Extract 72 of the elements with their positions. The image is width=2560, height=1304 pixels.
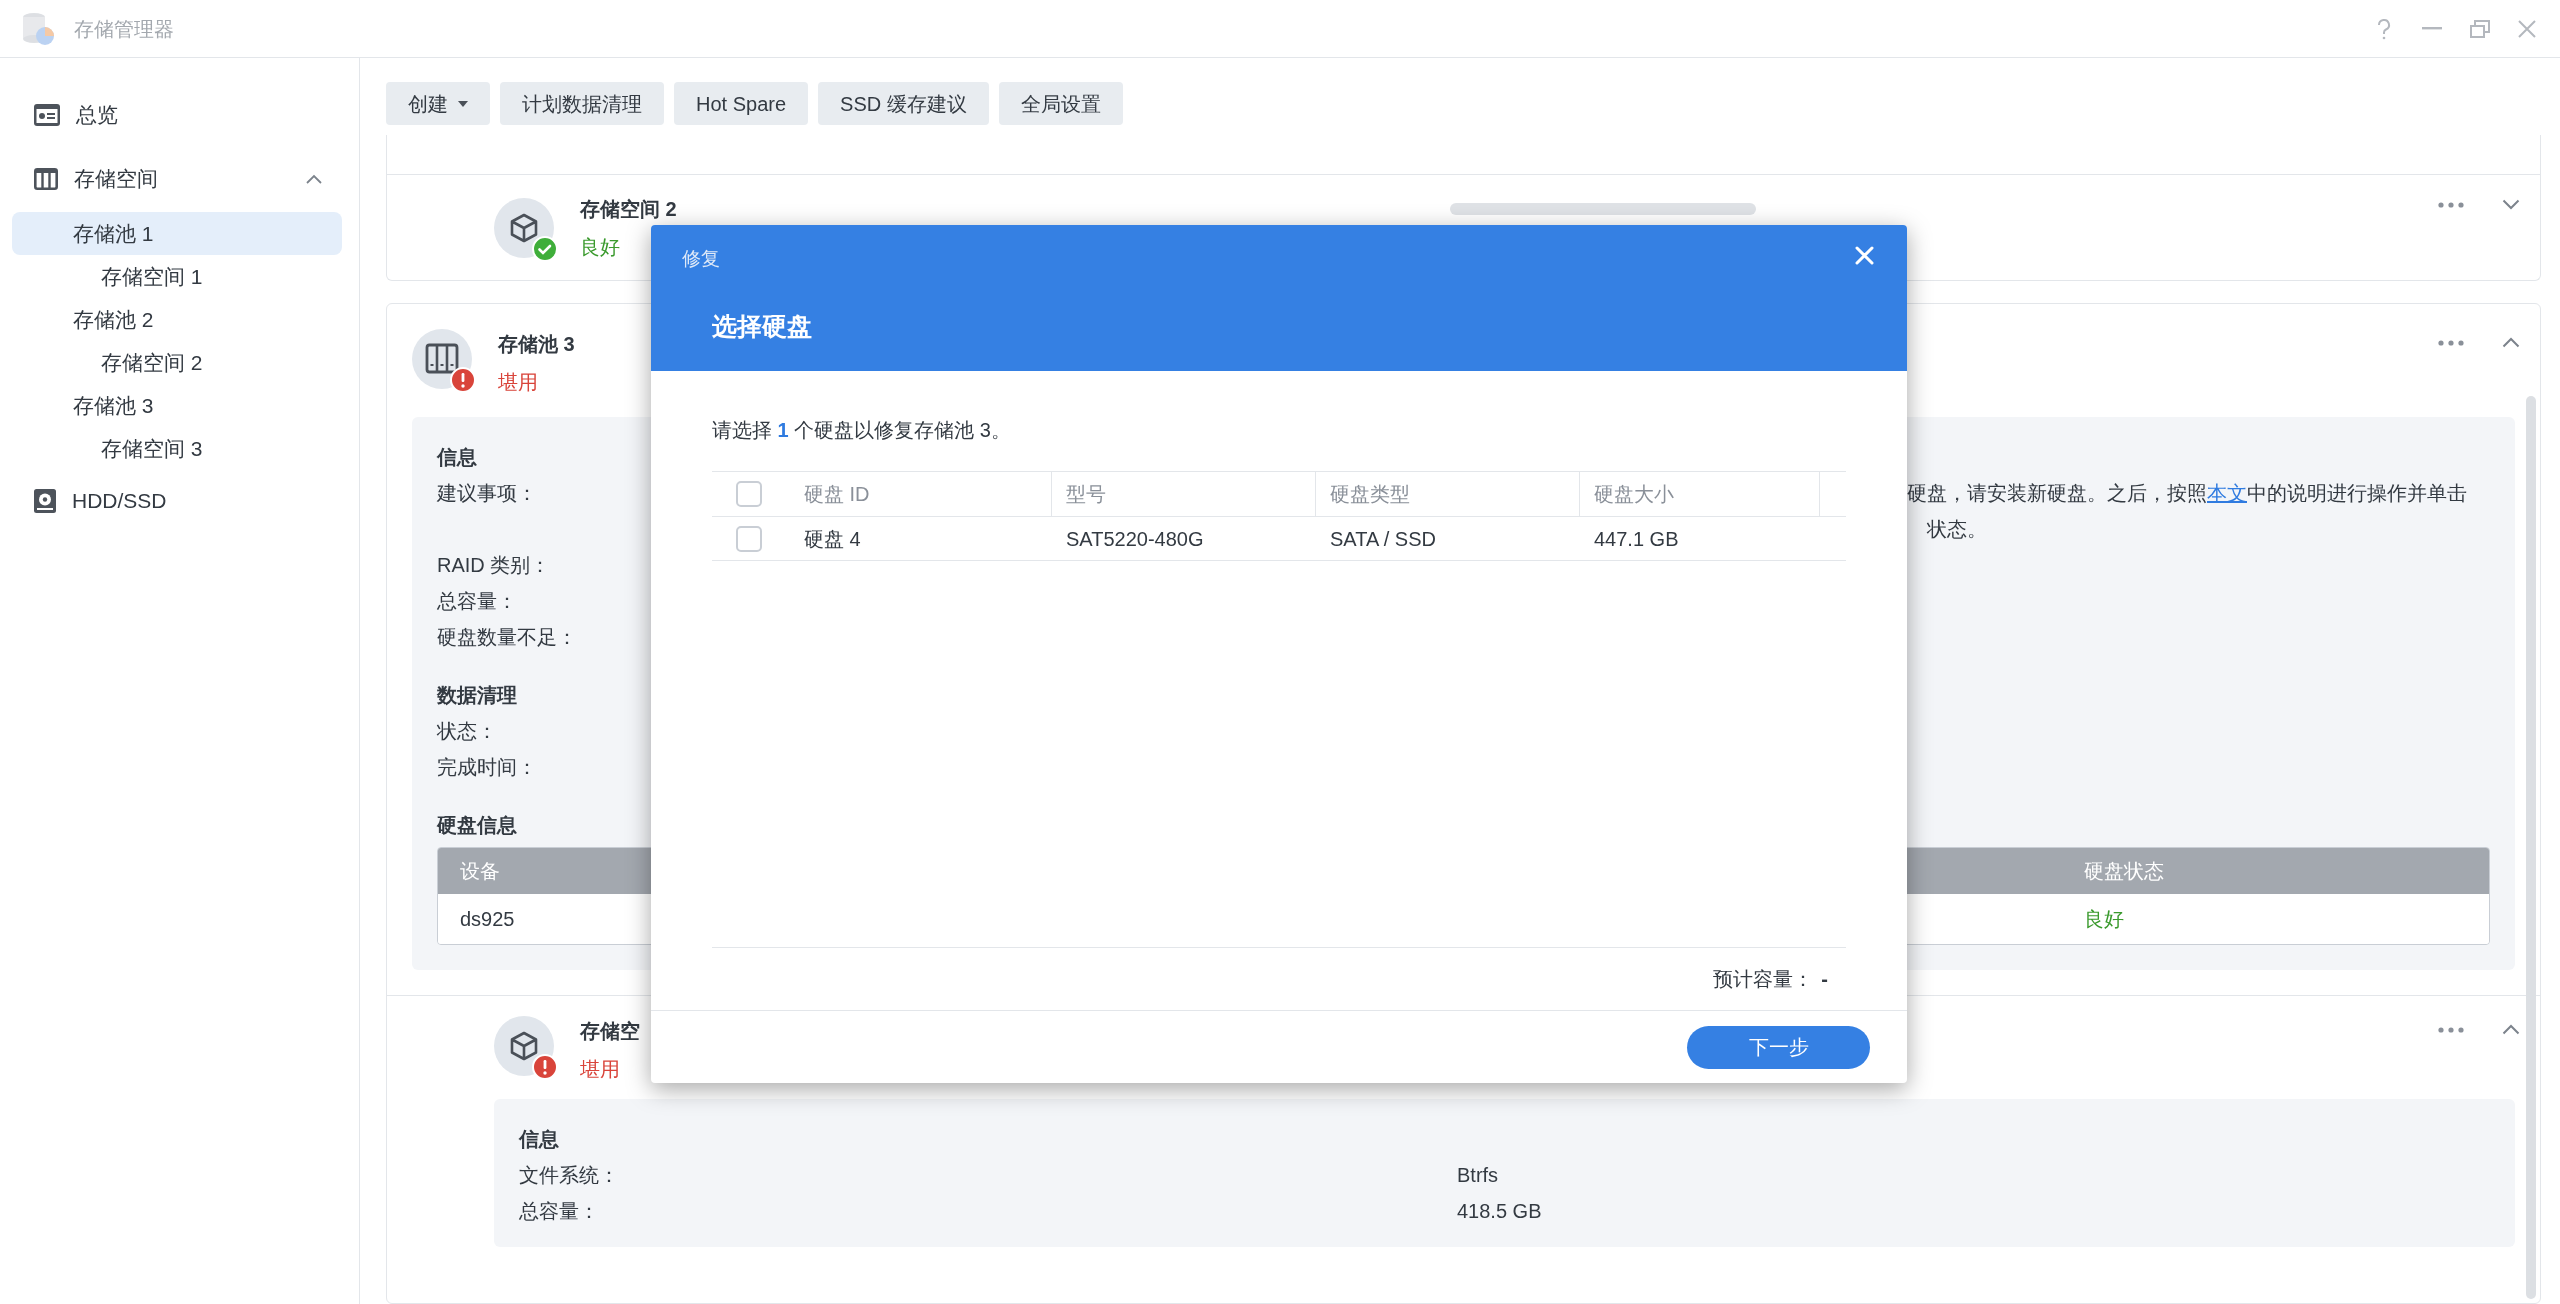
sidebar-item[interactable]: 存储空间 3 <box>12 427 342 470</box>
column-header: 硬盘类型 <box>1316 472 1580 517</box>
article-link[interactable]: 本文 <box>2207 482 2247 504</box>
chevron-up-icon[interactable] <box>306 174 322 184</box>
checkbox[interactable] <box>736 481 762 508</box>
field-label: 建议事项： <box>437 482 537 504</box>
toolbar-button[interactable]: 全局设置 <box>998 82 1123 125</box>
chevron-up-icon[interactable] <box>2502 337 2520 348</box>
sidebar-item[interactable]: 存储空间 2 <box>12 341 342 384</box>
close-icon[interactable] <box>2518 19 2536 38</box>
table-cell-text: ds925 <box>459 907 516 932</box>
dialog-caption: 修复 <box>682 247 720 271</box>
recommendation-text: 硬盘，请安装新硬盘。之后，按照本文中的说明进行操作并单击 <box>1907 481 2467 506</box>
field-label: 总容量： <box>437 589 517 614</box>
table-cell-text: 硬盘 4 <box>803 526 862 552</box>
toolbar-button[interactable]: Hot Spare <box>674 82 809 125</box>
storage-space-title: 存储空 <box>580 1019 640 1044</box>
next-button[interactable]: 下一步 <box>1687 1025 1870 1069</box>
column-header: 硬盘大小 <box>1580 472 1820 517</box>
status-text: 堪用 <box>498 370 538 395</box>
field-value: Btrfs <box>1457 1163 1499 1188</box>
dialog-title: 选择硬盘 <box>712 311 812 342</box>
sidebar-item[interactable]: HDD/SSD <box>12 476 342 526</box>
more-icon[interactable] <box>2438 1026 2464 1033</box>
section-heading: 数据清理 <box>437 683 517 708</box>
status-text: 良好 <box>580 234 620 260</box>
columns-icon <box>34 168 58 190</box>
field-label: 总容量： <box>519 1200 599 1222</box>
column-header: 硬盘 ID <box>790 472 1052 517</box>
sidebar-item[interactable]: 存储池 3 <box>12 384 342 427</box>
overview-icon <box>34 104 60 126</box>
sidebar-item[interactable]: 总览 <box>12 90 342 140</box>
section-heading: 信息 <box>437 445 477 470</box>
field-label: RAID 类别： <box>437 553 551 578</box>
section-heading: 硬盘信息 <box>437 813 517 838</box>
sidebar-item[interactable]: 存储池 1 <box>12 212 342 255</box>
status-text: 堪用 <box>580 1057 620 1082</box>
dialog-prompt: 请选择 1 个硬盘以修复存储池 3。 <box>712 418 1012 444</box>
field-label: 完成时间： <box>437 755 537 780</box>
field-label: 文件系统： <box>519 1164 619 1186</box>
more-icon[interactable] <box>2438 201 2464 208</box>
field-label: 硬盘数量不足： <box>437 625 577 650</box>
field-label: 状态： <box>437 719 497 744</box>
table-cell-text: SATA / SSD <box>1329 526 1437 552</box>
checkbox[interactable] <box>736 525 762 552</box>
restore-icon[interactable] <box>2470 19 2490 38</box>
estimate-label: 预计容量： <box>1713 967 1814 993</box>
pool-title: 存储池 3 <box>498 332 575 357</box>
sidebar-item[interactable]: 存储池 2 <box>12 298 342 341</box>
storage-space-title: 存储空间 2 <box>580 196 677 222</box>
table-cell-text: 良好 <box>2083 907 2125 932</box>
estimate-value: - <box>1821 967 1828 993</box>
recommendation-text: 状态。 <box>1926 517 1987 542</box>
minimize-icon[interactable] <box>2422 26 2442 31</box>
scrollbar[interactable] <box>2526 396 2536 1299</box>
sidebar-item[interactable]: 存储空间 1 <box>12 255 342 298</box>
more-icon[interactable] <box>2438 339 2464 346</box>
app-logo-icon <box>20 10 56 47</box>
chevron-up-icon[interactable] <box>2502 1024 2520 1035</box>
toolbar-button[interactable]: 创建 <box>386 82 490 125</box>
toolbar-button[interactable]: 计划数据清理 <box>500 82 664 125</box>
table-cell-text: 447.1 GB <box>1593 526 1680 552</box>
column-header: 型号 <box>1052 472 1316 517</box>
chevron-down-icon[interactable] <box>2502 199 2520 210</box>
column-header: 设备 <box>459 859 501 884</box>
toolbar-button[interactable]: SSD 缓存建议 <box>818 82 989 125</box>
field-value: 418.5 GB <box>1457 1199 1542 1224</box>
column-header: 硬盘状态 <box>2083 859 2165 884</box>
window-title: 存储管理器 <box>74 16 174 42</box>
section-heading: 信息 <box>519 1127 560 1152</box>
table-cell-text: SAT5220-480G <box>1065 526 1205 552</box>
sidebar-item[interactable]: 存储空间 <box>12 154 342 204</box>
